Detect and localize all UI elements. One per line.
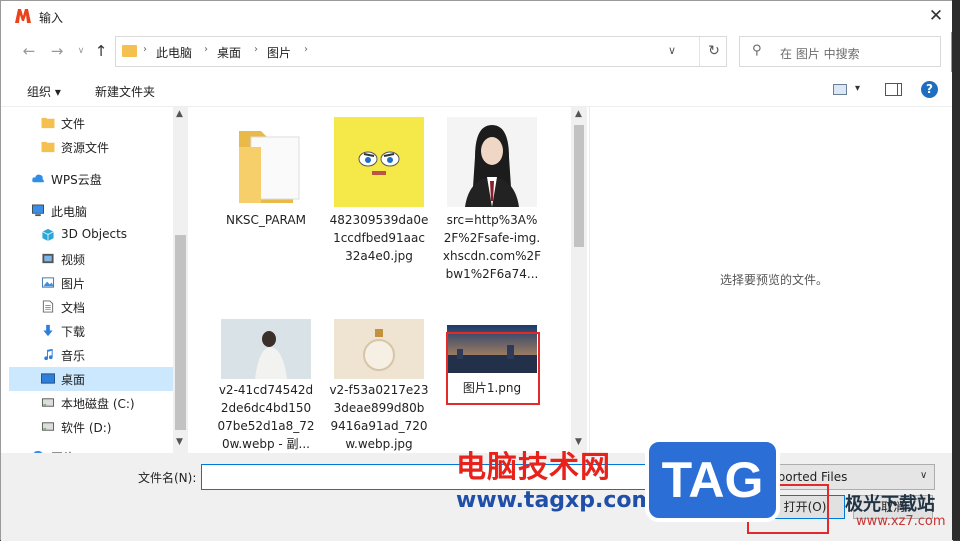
cloud-icon bbox=[32, 174, 44, 183]
filename-label: 文件名(N): bbox=[138, 471, 197, 485]
sidebar-item[interactable]: 视频 bbox=[9, 247, 174, 271]
breadcrumb-desktop[interactable]: 桌面 bbox=[217, 44, 241, 61]
document-icon bbox=[42, 300, 54, 313]
disk-icon bbox=[41, 422, 55, 431]
scroll-up-icon[interactable]: ▲ bbox=[575, 109, 582, 119]
search-box[interactable]: ⚲ 在 图片 中搜索 bbox=[739, 36, 941, 67]
window-title: 输入 bbox=[39, 11, 64, 25]
file-name: NKSC_PARAM bbox=[226, 213, 306, 227]
view-dropdown-icon[interactable]: ▾ bbox=[855, 83, 860, 94]
file-name: v2-41cd74542d 2de6dc4bd150 07be52d1a8_72 0w… bbox=[217, 383, 315, 451]
chevron-down-icon[interactable]: ∨ bbox=[668, 44, 676, 57]
file-type-value: pported Files bbox=[770, 470, 848, 484]
nav-scrollbar[interactable]: ▲ ▼ bbox=[173, 107, 188, 453]
disk-icon bbox=[41, 398, 55, 407]
file-scrollbar[interactable]: ▲ ▼ bbox=[571, 107, 587, 453]
folder-icon bbox=[239, 131, 300, 203]
file-name: 482309539da0e 1ccdfbed91aac 32a4e0.jpg bbox=[329, 213, 429, 263]
preview-message: 选择要预览的文件。 bbox=[720, 273, 829, 287]
sidebar-item-label: 本地磁盘 (C:) bbox=[61, 397, 135, 411]
address-bar[interactable]: › 此电脑 › 桌面 › 图片 › ∨ ↻ bbox=[115, 36, 727, 67]
sidebar-item[interactable]: 软件 (D:) bbox=[9, 415, 174, 439]
command-toolbar: 组织 ▾ 新建文件夹 bbox=[1, 72, 953, 107]
chevron-right-icon: › bbox=[254, 44, 258, 55]
sidebar-item[interactable]: 此电脑 bbox=[9, 199, 174, 223]
forward-arrow-icon[interactable]: → bbox=[47, 42, 67, 60]
search-placeholder: 在 图片 中搜索 bbox=[780, 47, 860, 61]
tag-logo: TAG bbox=[645, 438, 780, 522]
sidebar-item[interactable]: 图片 bbox=[9, 271, 174, 295]
sidebar-item-label: 3D Objects bbox=[61, 227, 128, 241]
music-icon bbox=[44, 348, 53, 361]
perfume-photo-thumbnail bbox=[334, 319, 424, 379]
video-icon bbox=[42, 253, 54, 264]
scroll-down-icon[interactable]: ▼ bbox=[176, 437, 183, 447]
help-icon[interactable]: ? bbox=[921, 81, 938, 98]
breadcrumb-pictures[interactable]: 图片 bbox=[267, 44, 291, 61]
picture-icon bbox=[41, 277, 55, 288]
sidebar-item[interactable]: 桌面 bbox=[9, 367, 174, 391]
sidebar-item-label: 此电脑 bbox=[51, 205, 88, 219]
desktop-icon bbox=[41, 373, 55, 384]
sidebar-item[interactable]: 文件 bbox=[9, 111, 174, 135]
sidebar-item-label: 图片 bbox=[61, 277, 86, 291]
chevron-right-icon: › bbox=[304, 44, 308, 55]
sidebar-item[interactable]: 下载 bbox=[9, 319, 174, 343]
sidebar-item[interactable]: 网络 bbox=[9, 445, 174, 453]
recent-dropdown-icon[interactable]: ∨ bbox=[71, 46, 91, 56]
sidebar-item-label: 桌面 bbox=[61, 373, 86, 387]
chevron-right-icon: › bbox=[204, 44, 208, 55]
navigation-pane: 文件资源文件 WPS云盘此电脑 3D Objects 视频图片文档下载音乐桌面本地磁盘… bbox=[9, 107, 189, 453]
sidebar-item-label: 音乐 bbox=[61, 349, 86, 363]
highlight-box bbox=[446, 332, 540, 405]
back-arrow-icon[interactable]: ← bbox=[19, 42, 39, 60]
title-bar: 输入 ✕ bbox=[1, 1, 953, 32]
file-name: v2-f53a0217e23 3deae899d80b 9416a91ad_720 w… bbox=[329, 383, 429, 451]
sidebar-item[interactable]: 本地磁盘 (C:) bbox=[9, 391, 174, 415]
new-folder-button[interactable]: 新建文件夹 bbox=[95, 83, 155, 100]
up-arrow-icon[interactable]: ↑ bbox=[91, 42, 111, 60]
scroll-up-icon[interactable]: ▲ bbox=[176, 109, 183, 119]
sidebar-item[interactable]: WPS云盘 bbox=[9, 167, 174, 191]
preview-pane-icon[interactable] bbox=[885, 83, 902, 96]
sidebar-item-label: 软件 (D:) bbox=[61, 421, 112, 435]
breadcrumb-this-pc[interactable]: 此电脑 bbox=[156, 44, 192, 61]
sidebar-item-label: 视频 bbox=[61, 253, 86, 267]
spongebob-thumbnail bbox=[334, 117, 424, 207]
close-icon[interactable]: ✕ bbox=[923, 5, 949, 27]
sidebar-item[interactable]: 3D Objects bbox=[9, 223, 174, 247]
sidebar-item-label: 文件 bbox=[61, 117, 86, 131]
wps-logo-icon bbox=[15, 9, 31, 23]
woman-photo-thumbnail bbox=[221, 319, 311, 379]
watermark-url: www.tagxp.com bbox=[456, 488, 655, 513]
file-name: src=http%3A% 2F%2Fsafe-img. xhscdn.com%2F b… bbox=[442, 213, 542, 281]
sidebar-item[interactable]: 音乐 bbox=[9, 343, 174, 367]
sidebar-item-label: 下载 bbox=[61, 325, 86, 339]
folder-icon bbox=[41, 117, 55, 129]
folder-icon bbox=[41, 141, 55, 153]
folder-icon bbox=[122, 45, 137, 57]
chevron-down-icon: ∨ bbox=[920, 470, 928, 481]
preview-pane: 选择要预览的文件。 bbox=[589, 107, 952, 453]
sidebar-item[interactable]: 资源文件 bbox=[9, 135, 174, 159]
scroll-thumb[interactable] bbox=[574, 125, 584, 247]
refresh-icon[interactable]: ↻ bbox=[699, 37, 728, 66]
scroll-thumb[interactable] bbox=[175, 235, 186, 430]
background-app-strip bbox=[952, 0, 960, 540]
computer-icon bbox=[32, 204, 44, 217]
portrait-thumbnail bbox=[447, 117, 537, 207]
sidebar-item[interactable]: 文档 bbox=[9, 295, 174, 319]
watermark-text: 电脑技术网 bbox=[456, 450, 611, 485]
sidebar-item-label: WPS云盘 bbox=[51, 173, 102, 187]
cube-icon bbox=[42, 228, 54, 241]
sidebar-item-label: 文档 bbox=[61, 301, 86, 315]
sidebar-item-label: 资源文件 bbox=[61, 141, 110, 155]
search-icon: ⚲ bbox=[752, 43, 762, 58]
organize-menu[interactable]: 组织 ▾ bbox=[27, 83, 61, 100]
download-icon bbox=[43, 324, 53, 337]
view-mode-icon[interactable] bbox=[833, 84, 847, 95]
chevron-right-icon: › bbox=[143, 44, 147, 55]
site-watermark-url: www.xz7.com bbox=[856, 514, 946, 529]
site-watermark: 极光下载站 bbox=[845, 494, 935, 515]
